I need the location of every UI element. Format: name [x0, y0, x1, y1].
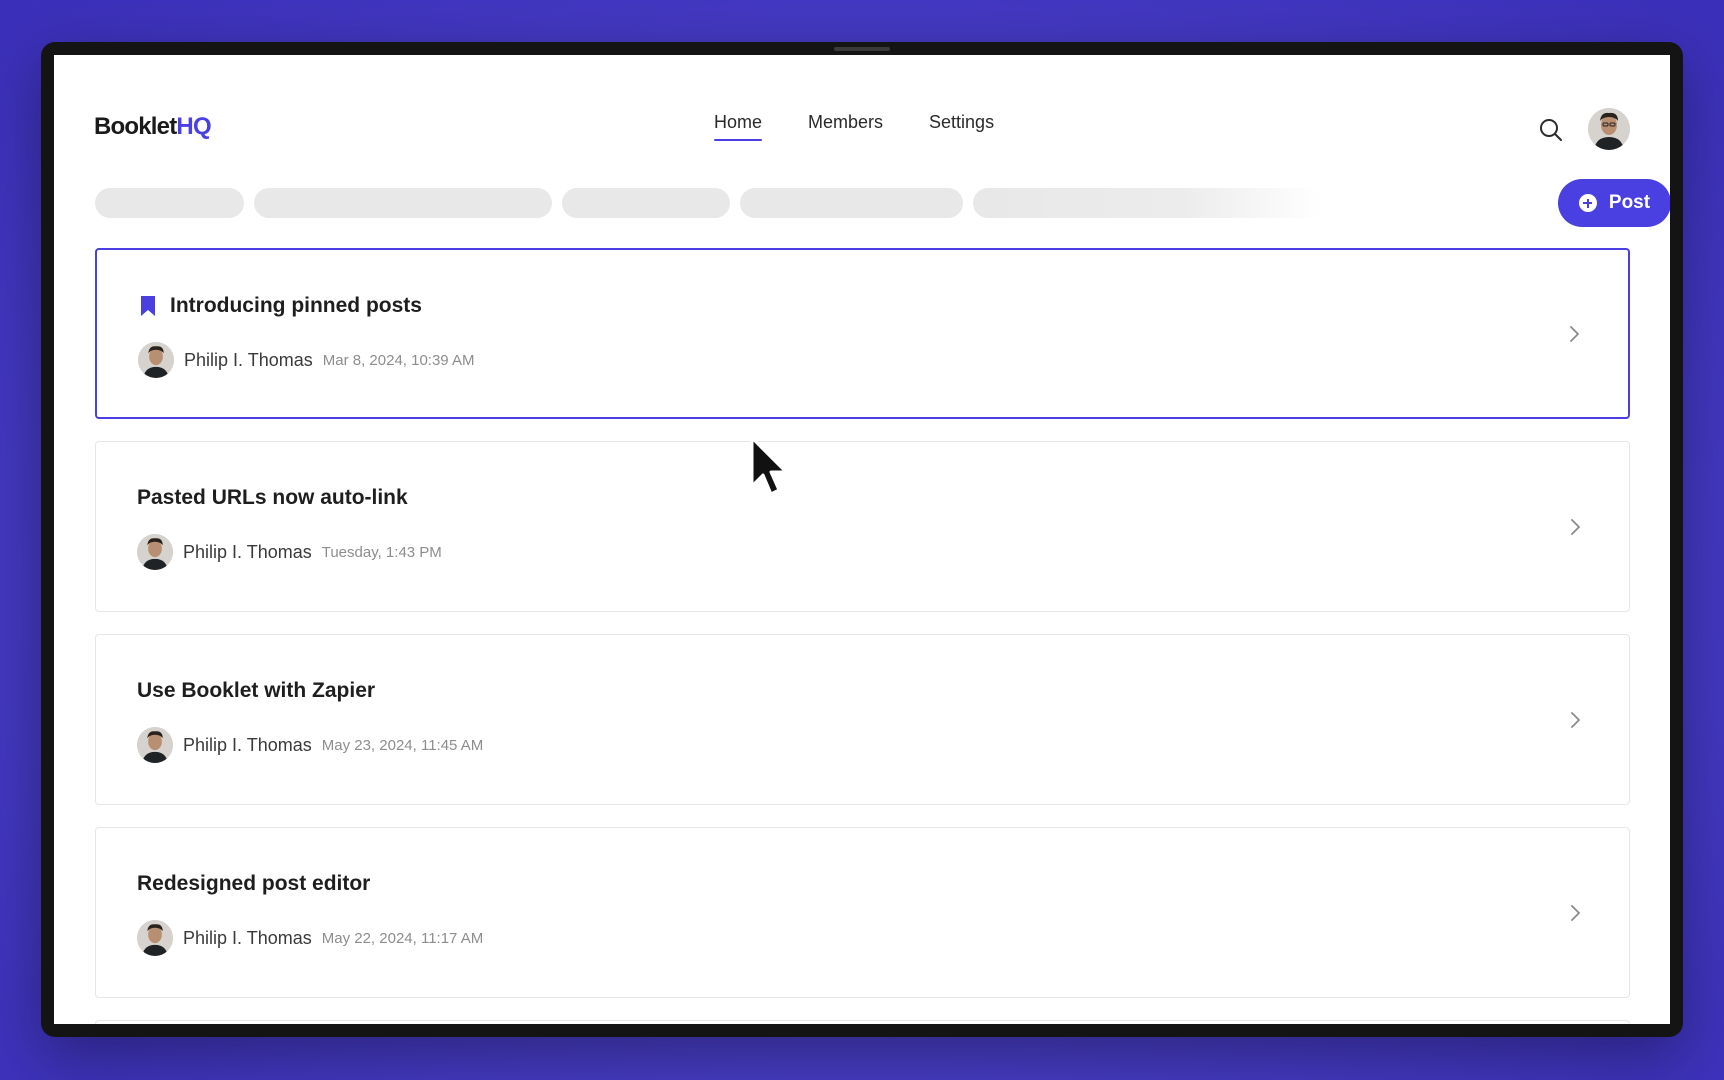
post-list: Introducing pinned posts Philip I. Thoma…: [95, 248, 1630, 1024]
chevron-right-icon: [1571, 518, 1580, 535]
post-card[interactable]: Pasted URLs now auto-link Philip I. Thom…: [95, 441, 1630, 612]
author-avatar: [138, 342, 174, 378]
post-timestamp: Tuesday, 1:43 PM: [321, 543, 442, 561]
post-timestamp: May 23, 2024, 11:45 AM: [321, 736, 484, 754]
post-title: Pasted URLs now auto-link: [137, 486, 408, 509]
logo-text: Booklet: [94, 113, 177, 140]
chevron-right-icon: [1570, 325, 1579, 342]
post-meta: Philip I. Thomas Tuesday, 1:43 PM: [137, 534, 442, 570]
post-title-row: Use Booklet with Zapier: [137, 679, 375, 703]
filter-bar-loading: [95, 188, 1323, 218]
nav-home[interactable]: Home: [714, 112, 763, 141]
post-button-label: Post: [1608, 192, 1651, 213]
filter-skeleton: [95, 188, 244, 218]
post-card[interactable]: Redesigned post editor Philip I. Thomas …: [95, 827, 1630, 998]
new-post-button[interactable]: Post: [1558, 179, 1670, 227]
nav-members[interactable]: Members: [808, 112, 883, 141]
post-meta: Philip I. Thomas May 23, 2024, 11:45 AM: [137, 727, 483, 763]
post-meta: Philip I. Thomas May 22, 2024, 11:17 AM: [137, 920, 483, 956]
post-title: Redesigned post editor: [137, 872, 371, 895]
post-title-row: Introducing pinned posts: [138, 294, 422, 318]
user-avatar[interactable]: [1588, 108, 1630, 150]
author-avatar: [137, 727, 173, 763]
post-title-row: Redesigned post editor: [137, 872, 370, 896]
post-card[interactable]: Use Booklet with Zapier Philip I. Thomas…: [95, 634, 1630, 805]
nav-settings[interactable]: Settings: [929, 112, 994, 141]
post-timestamp: May 22, 2024, 11:17 AM: [321, 929, 484, 947]
app-logo[interactable]: BookletHQ: [94, 113, 212, 141]
search-icon[interactable]: [1536, 115, 1566, 145]
device-frame: BookletHQ Home Members Settings Post Int…: [41, 42, 1683, 1037]
filter-skeleton: [973, 188, 1323, 218]
logo-accent-text: HQ: [176, 113, 211, 140]
device-notch: [834, 47, 890, 51]
author-avatar: [137, 920, 173, 956]
post-title-row: Pasted URLs now auto-link: [137, 486, 408, 510]
main-nav: Home Members Settings: [714, 112, 994, 141]
chevron-right-icon: [1571, 904, 1580, 921]
bookmark-icon: [141, 296, 155, 316]
author-name: Philip I. Thomas: [183, 541, 312, 562]
post-timestamp: Mar 8, 2024, 10:39 AM: [322, 351, 475, 369]
chevron-right-icon: [1571, 711, 1580, 728]
filter-skeleton: [562, 188, 730, 218]
post-card-partial[interactable]: [95, 1020, 1630, 1024]
post-meta: Philip I. Thomas Mar 8, 2024, 10:39 AM: [138, 342, 475, 378]
post-title: Use Booklet with Zapier: [137, 679, 376, 702]
filter-skeleton: [254, 188, 552, 218]
post-card[interactable]: Introducing pinned posts Philip I. Thoma…: [95, 248, 1630, 419]
post-title: Introducing pinned posts: [170, 294, 422, 317]
author-avatar: [137, 534, 173, 570]
filter-skeleton: [740, 188, 963, 218]
author-name: Philip I. Thomas: [183, 927, 312, 948]
app-screen: BookletHQ Home Members Settings Post Int…: [54, 55, 1670, 1024]
author-name: Philip I. Thomas: [183, 734, 312, 755]
plus-circle-icon: [1578, 194, 1597, 212]
author-name: Philip I. Thomas: [184, 349, 313, 370]
